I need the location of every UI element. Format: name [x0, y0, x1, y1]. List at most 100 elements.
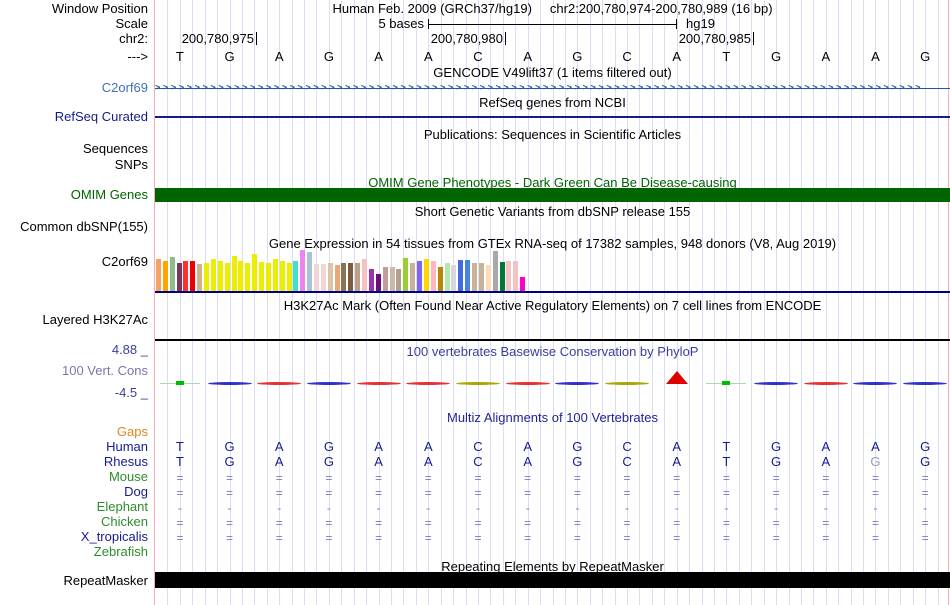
- gtex-tissue-bar[interactable]: [437, 267, 443, 291]
- gtex-tissue-bar[interactable]: [410, 263, 416, 291]
- coordinate-label: 200,780,985: [678, 31, 751, 46]
- multiz-species-label-human[interactable]: Human: [0, 440, 148, 454]
- gencode-gene-label[interactable]: C2orf69: [0, 81, 148, 95]
- gencode-gene-item[interactable]: >>>>>>>>>>>>>>>>>>>>>>>>>>>>>>>>>>>>>>>>…: [155, 83, 950, 94]
- gtex-tissue-bar[interactable]: [307, 252, 313, 291]
- gtex-tissue-bar[interactable]: [293, 261, 299, 291]
- gtex-tissue-bar[interactable]: [314, 264, 319, 291]
- refseq-track-title[interactable]: RefSeq genes from NCBI: [155, 96, 950, 110]
- base-letter: G: [771, 454, 782, 469]
- multiz-species-label-gaps[interactable]: Gaps: [0, 425, 148, 439]
- gtex-tissue-bar[interactable]: [355, 263, 361, 291]
- gtex-tissue-bar[interactable]: [458, 260, 464, 291]
- gtex-tissue-bar[interactable]: [362, 259, 368, 291]
- base-letter: =: [822, 486, 830, 500]
- coordinate-label: 200,780,975: [181, 31, 254, 46]
- gtex-tissue-bar[interactable]: [478, 263, 484, 291]
- gtex-tissue-bar[interactable]: [375, 274, 381, 291]
- publications-snps-label[interactable]: SNPs: [0, 158, 148, 172]
- omim-gene-item[interactable]: [155, 188, 950, 202]
- refseq-gene-item[interactable]: [155, 116, 950, 118]
- gtex-tissue-bar[interactable]: [320, 264, 326, 291]
- gtex-tissue-bar[interactable]: [231, 256, 237, 291]
- multiz-species-label-x_tropicalis[interactable]: X_tropicalis: [0, 530, 148, 544]
- gtex-tissue-bar[interactable]: [217, 261, 223, 291]
- multiz-species-label-elephant[interactable]: Elephant: [0, 500, 148, 514]
- gtex-tissue-bar[interactable]: [396, 269, 402, 291]
- repeatmasker-item[interactable]: [155, 572, 950, 588]
- gtex-tissue-bar[interactable]: [300, 250, 306, 291]
- gtex-tissue-bar[interactable]: [197, 264, 203, 291]
- repeatmasker-label[interactable]: RepeatMasker: [0, 574, 148, 588]
- refseq-curated-label[interactable]: RefSeq Curated: [0, 110, 148, 124]
- phylop-track-label[interactable]: 100 Vert. Cons: [0, 364, 148, 378]
- gtex-tissue-bar[interactable]: [368, 269, 374, 291]
- multiz-track-title[interactable]: Multiz Alignments of 100 Vertebrates: [155, 411, 950, 425]
- gtex-tissue-bar[interactable]: [472, 263, 478, 291]
- gtex-tissue-bar[interactable]: [279, 261, 285, 291]
- gtex-tissue-bar[interactable]: [341, 263, 347, 291]
- gtex-tissue-bar[interactable]: [465, 260, 471, 291]
- gtex-track-title[interactable]: Gene Expression in 54 tissues from GTEx …: [155, 237, 950, 251]
- gtex-tissue-bar[interactable]: [520, 277, 526, 291]
- gtex-tissue-bar[interactable]: [224, 263, 230, 291]
- gtex-tissue-bar[interactable]: [499, 262, 505, 291]
- base-letter: =: [474, 516, 482, 530]
- gtex-tissue-bar[interactable]: [183, 261, 189, 291]
- gtex-tissue-bar[interactable]: [162, 261, 168, 291]
- omim-genes-label[interactable]: OMIM Genes: [0, 188, 148, 202]
- multiz-species-label-rhesus[interactable]: Rhesus: [0, 455, 148, 469]
- base-letter: =: [921, 486, 929, 500]
- gtex-tissue-bar[interactable]: [156, 259, 161, 291]
- gtex-tissue-bar[interactable]: [389, 267, 395, 291]
- gtex-tissue-bar[interactable]: [252, 254, 258, 291]
- gtex-tissue-bar[interactable]: [245, 263, 251, 291]
- base-letter: G: [323, 454, 334, 469]
- multiz-species-label-dog[interactable]: Dog: [0, 485, 148, 499]
- multiz-species-label-zebrafish[interactable]: Zebrafish: [0, 545, 148, 559]
- gtex-tissue-bar[interactable]: [286, 263, 292, 291]
- gtex-tissue-bar[interactable]: [430, 261, 436, 291]
- gtex-tissue-bar[interactable]: [176, 263, 182, 291]
- gtex-tissue-bar[interactable]: [334, 265, 340, 291]
- dbsnp-label[interactable]: Common dbSNP(155): [0, 220, 148, 234]
- gtex-tissue-bar[interactable]: [485, 265, 491, 291]
- gtex-tissue-bar[interactable]: [506, 261, 512, 291]
- multiz-species-label-chicken[interactable]: Chicken: [0, 515, 148, 529]
- gtex-tissue-bar[interactable]: [382, 267, 388, 291]
- gtex-tissue-bar[interactable]: [423, 259, 429, 291]
- multiz-species-label-mouse[interactable]: Mouse: [0, 470, 148, 484]
- gtex-tissue-bar[interactable]: [169, 257, 175, 291]
- gtex-tissue-bar[interactable]: [444, 263, 450, 291]
- gtex-gene-label[interactable]: C2orf69: [0, 255, 148, 269]
- phylop-red-mark: [356, 382, 401, 385]
- phylop-track-title[interactable]: 100 vertebrates Basewise Conservation by…: [155, 345, 950, 359]
- gtex-tissue-bar[interactable]: [190, 261, 196, 291]
- base-letter: =: [673, 486, 681, 500]
- publications-track-title[interactable]: Publications: Sequences in Scientific Ar…: [155, 128, 950, 142]
- gtex-tissue-bar[interactable]: [492, 251, 498, 291]
- gencode-track-title[interactable]: GENCODE V49lift37 (1 items filtered out): [155, 66, 950, 80]
- scale-label: Scale: [115, 16, 148, 31]
- gtex-tissue-bar[interactable]: [348, 263, 354, 291]
- gtex-tissue-bar[interactable]: [513, 261, 519, 291]
- gtex-tissue-bar[interactable]: [451, 265, 457, 291]
- h3k27ac-label[interactable]: Layered H3K27Ac: [0, 313, 148, 327]
- gtex-tissue-bar[interactable]: [272, 259, 278, 291]
- base-letter: =: [474, 471, 482, 485]
- base-letter: =: [722, 516, 730, 530]
- gtex-tissue-bar[interactable]: [417, 261, 423, 291]
- gtex-tissue-bar[interactable]: [403, 258, 409, 291]
- gtex-tissue-bar[interactable]: [210, 259, 216, 291]
- gtex-tissue-bar[interactable]: [204, 263, 210, 291]
- publications-sequences-label[interactable]: Sequences: [0, 142, 148, 156]
- gtex-tissue-bar[interactable]: [265, 263, 271, 291]
- phylop-peak-mark: [665, 371, 688, 384]
- gtex-tissue-bar[interactable]: [238, 261, 244, 291]
- scale-assembly: hg19: [686, 16, 715, 31]
- gtex-tissue-bar[interactable]: [259, 262, 265, 291]
- h3k27ac-track-title[interactable]: H3K27Ac Mark (Often Found Near Active Re…: [155, 299, 950, 313]
- dbsnp-track-title[interactable]: Short Genetic Variants from dbSNP releas…: [155, 205, 950, 219]
- base-letter: =: [573, 516, 581, 530]
- gtex-tissue-bar[interactable]: [327, 263, 333, 291]
